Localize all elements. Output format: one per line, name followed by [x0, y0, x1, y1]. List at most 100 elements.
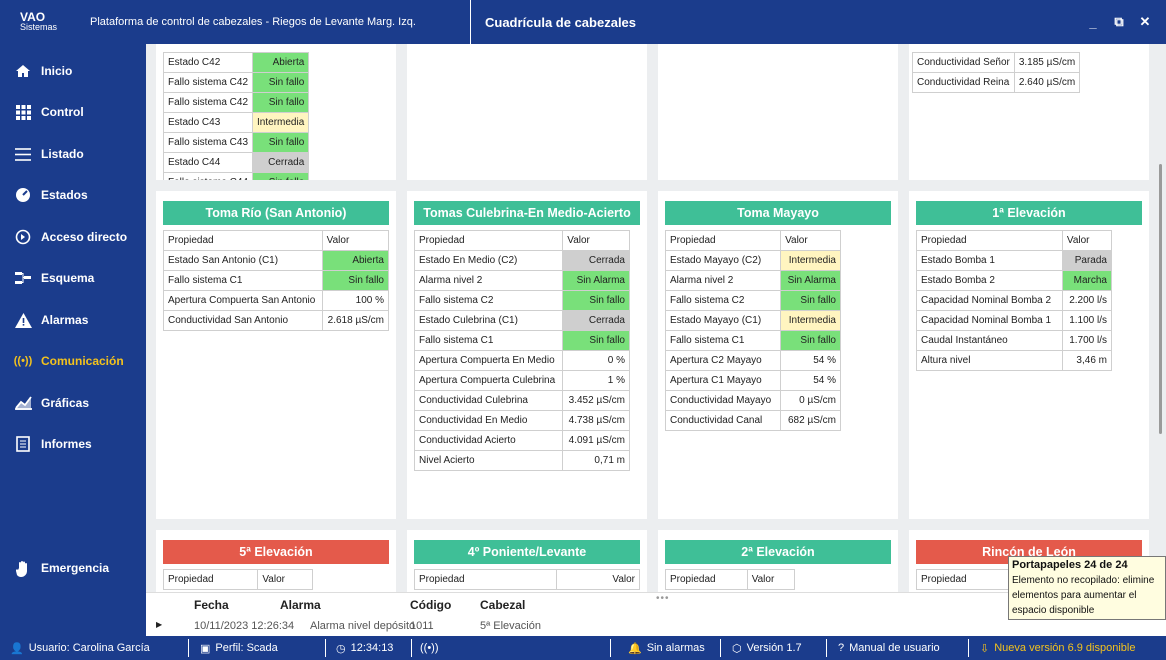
- update-icon: ⇩: [980, 642, 990, 655]
- property-value: Intermedia: [780, 250, 841, 271]
- column-header-codigo[interactable]: Código: [410, 598, 451, 612]
- table-row: Apertura C2 Mayayo 54 %: [664, 350, 841, 371]
- alarm-text: Alarma nivel depósito: [310, 620, 416, 632]
- sidebar-item-emergencia[interactable]: Emergencia: [14, 560, 109, 577]
- property-table: PropiedadValor: [665, 569, 796, 590]
- property-value: Marcha: [1061, 270, 1113, 291]
- column-header-cabezal[interactable]: Cabezal: [480, 598, 525, 612]
- property-name: Fallo sistema C2: [413, 290, 564, 311]
- table-row: Estado En Medio (C2) Cerrada: [413, 250, 630, 271]
- sidebar-item-estados[interactable]: Estados: [14, 187, 88, 203]
- property-table: PropiedadValor: [162, 569, 313, 590]
- table-row: Fallo sistema C44Sin fallo: [162, 172, 310, 180]
- signal-icon: ((•)): [420, 642, 439, 654]
- property-name: Estado C43: [162, 112, 254, 133]
- property-name: Conductividad Mayayo: [664, 390, 782, 411]
- column-header-alarma[interactable]: Alarma: [280, 598, 321, 612]
- sidebar-item-esquema[interactable]: Esquema: [14, 270, 94, 286]
- column-header: Propiedad: [163, 230, 323, 251]
- property-name: Estado Bomba 2: [916, 270, 1063, 291]
- version-icon: ⬡: [732, 642, 742, 655]
- property-name: Fallo sistema C1: [664, 330, 782, 351]
- property-name: Fallo sistema C42: [162, 72, 254, 93]
- schema-icon: [14, 270, 32, 286]
- column-header-fecha[interactable]: Fecha: [194, 598, 229, 612]
- logo-subtext: Sistemas: [20, 22, 58, 32]
- property-table: Estado C42 Abierta Fallo sistema C42 Sin fa…: [162, 52, 310, 180]
- card-1a-elevacion: 1ª Elevación Propiedad Valor Estado Bomba…: [909, 191, 1149, 519]
- sidebar-item-comunicacion[interactable]: ((•)) Comunicación: [14, 353, 124, 369]
- alarm-cabezal: 5ª Elevación: [480, 620, 541, 632]
- title-bar: VAO Sistemas Plataforma de control de ca…: [0, 0, 1166, 44]
- property-table: Propiedad Valor Estado San Antonio (C1) Ab…: [163, 230, 390, 331]
- sidebar-item-inicio[interactable]: Inicio: [14, 63, 72, 79]
- property-name: Fallo sistema C2: [664, 290, 782, 311]
- alarm-codigo: 1011: [410, 620, 434, 632]
- report-icon: [14, 436, 32, 452]
- hand-icon: [14, 560, 32, 577]
- property-name: Estado C42: [162, 52, 254, 73]
- sidebar-item-alarmas[interactable]: Alarmas: [14, 312, 88, 328]
- table-row: Estado Mayayo (C1) Intermedia: [664, 310, 841, 331]
- table-row: Estado C42 Abierta: [162, 52, 310, 73]
- sidebar-item-graficas[interactable]: Gráficas: [14, 395, 89, 411]
- card-2a-elevacion: 2ª Elevación Propiedad Valor: [658, 530, 898, 592]
- property-name: Nivel Acierto: [413, 450, 564, 471]
- minimize-button[interactable]: _: [1080, 15, 1106, 30]
- table-row: Fallo sistema C2 Sin fallo: [664, 290, 841, 311]
- close-button[interactable]: ✕: [1132, 14, 1158, 30]
- sidebar-item-acceso-directo[interactable]: Acceso directo: [14, 229, 127, 245]
- status-alarms[interactable]: 🔔 Sin alarmas: [628, 636, 705, 660]
- sidebar-item-label: Inicio: [41, 64, 73, 78]
- property-value: 2.618 µS/cm: [321, 310, 390, 331]
- property-name: Apertura C1 Mayayo: [664, 370, 782, 391]
- restore-button[interactable]: ⧉: [1106, 14, 1132, 30]
- property-value: 4.091 µS/cm: [562, 430, 630, 451]
- property-value: 682 µS/cm: [780, 410, 841, 431]
- column-header: Propiedad: [162, 569, 259, 590]
- property-value: Cerrada: [562, 250, 630, 271]
- sidebar-item-listado[interactable]: Listado: [14, 146, 84, 162]
- vertical-scrollbar[interactable]: [1159, 164, 1162, 434]
- table-row: Estado San Antonio (C1) Abierta: [163, 250, 390, 271]
- splitter-grip[interactable]: •••: [656, 593, 670, 604]
- status-profile: ▣ Perfil: Scada: [200, 636, 278, 660]
- table-row: Apertura C1 Mayayo 54 %: [664, 370, 841, 391]
- sidebar-item-informes[interactable]: Informes: [14, 436, 92, 452]
- tooltip-title: Portapapeles 24 de 24: [1012, 559, 1128, 571]
- column-header: Valor: [562, 230, 630, 251]
- status-clock: ◷ 12:34:13: [336, 636, 393, 660]
- table-row: Conductividad San Antonio 2.618 µS/cm: [163, 310, 390, 331]
- property-name: Fallo sistema C1: [163, 270, 323, 291]
- card-top-3: [658, 44, 898, 180]
- new-version-link[interactable]: ⇩ Nueva versión 6.9 disponible: [980, 636, 1166, 660]
- clock-time: 12:34:13: [350, 642, 394, 654]
- table-row: Estado Culebrina (C1) Cerrada: [413, 310, 630, 331]
- column-header: Valor: [556, 569, 640, 590]
- property-value: Sin fallo: [252, 72, 310, 93]
- property-name: Estado San Antonio (C1): [163, 250, 323, 271]
- cabezales-grid: Estado C42 Abierta Fallo sistema C42 Sin fa…: [146, 44, 1166, 592]
- property-value: Sin fallo: [252, 132, 310, 153]
- property-table: PropiedadValor: [413, 569, 640, 590]
- logo-text: VAO: [20, 10, 46, 24]
- property-value: Abierta: [252, 52, 310, 73]
- sidebar-item-control[interactable]: Control: [14, 104, 84, 120]
- column-header: Valor: [1061, 230, 1113, 251]
- status-divider: [826, 639, 827, 657]
- property-name: Apertura Compuerta Culebrina: [413, 370, 564, 391]
- property-name: Fallo sistema C42: [162, 92, 254, 113]
- property-name: Estado C44: [162, 152, 254, 173]
- version-text: Versión 1.7: [746, 642, 802, 654]
- property-table: Propiedad Valor Estado Mayayo (C2) Interme…: [664, 230, 841, 431]
- property-value: Sin fallo: [562, 330, 630, 351]
- property-name: Estado Mayayo (C2): [664, 250, 782, 271]
- user-manual-link[interactable]: ? Manual de usuario: [838, 636, 940, 660]
- property-value: 100 %: [321, 290, 390, 311]
- table-row: Conductividad Acierto 4.091 µS/cm: [413, 430, 630, 451]
- sidebar: Inicio Control Listado Estados Acceso di…: [0, 44, 146, 636]
- sidebar-item-label: Control: [41, 105, 84, 119]
- column-header: Propiedad: [665, 569, 748, 590]
- user-icon: 👤: [10, 642, 24, 655]
- property-value: 54 %: [780, 350, 841, 371]
